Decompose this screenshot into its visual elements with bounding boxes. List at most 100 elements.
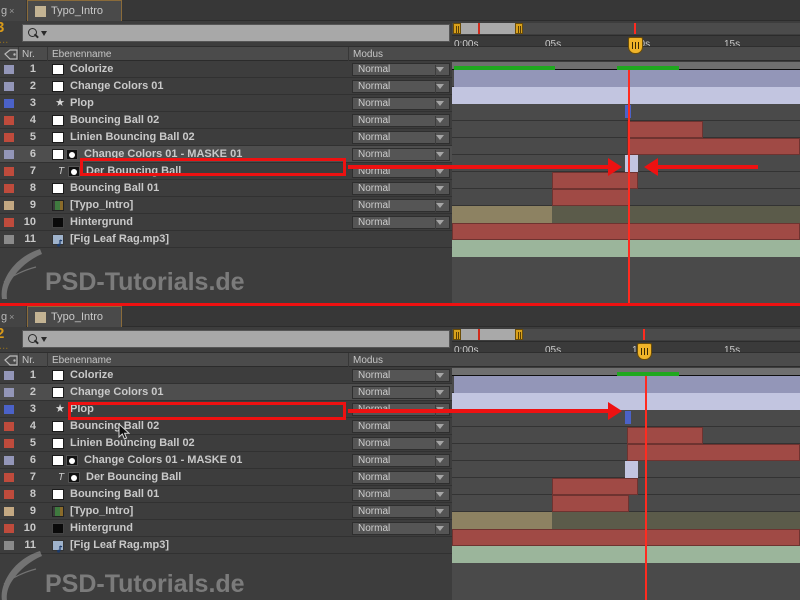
column-header-mode[interactable]: Modus: [353, 49, 383, 60]
track-row-2[interactable]: [452, 393, 800, 410]
chevron-down-icon[interactable]: [436, 424, 444, 429]
layer-name[interactable]: Der Bouncing Ball: [86, 471, 181, 483]
layer-color-swatch[interactable]: [4, 99, 14, 108]
blend-mode-select[interactable]: Normal: [352, 199, 450, 212]
layer-color-swatch[interactable]: [4, 116, 14, 125]
layer-name[interactable]: Plop: [70, 403, 94, 415]
zoom-slider-zone-top[interactable]: [456, 23, 522, 34]
column-header-nr[interactable]: Nr.: [22, 49, 35, 60]
layer-bar[interactable]: [452, 393, 800, 410]
search-input-bottom[interactable]: [22, 330, 450, 348]
playhead-handle-bottom[interactable]: [637, 343, 652, 360]
layer-name[interactable]: [Typo_Intro]: [70, 199, 133, 211]
track-row-4[interactable]: [452, 427, 800, 444]
column-header-name[interactable]: Ebenenname: [52, 355, 112, 366]
layer-bar[interactable]: [452, 546, 800, 563]
layer-bar[interactable]: [452, 87, 800, 104]
layer-name[interactable]: Bouncing Ball 02: [70, 114, 159, 126]
layer-bar-trimmed[interactable]: [552, 206, 800, 223]
zoom-handle-right-bottom[interactable]: [515, 329, 523, 340]
blend-mode-select[interactable]: Normal: [352, 369, 450, 382]
blend-mode-select[interactable]: Normal: [352, 182, 450, 195]
track-row-4[interactable]: [452, 121, 800, 138]
layer-bar-trimmed[interactable]: [552, 512, 800, 529]
layer-color-swatch[interactable]: [4, 456, 14, 465]
track-row-9[interactable]: [452, 206, 800, 223]
chevron-down-icon[interactable]: [436, 458, 444, 463]
layer-name[interactable]: Change Colors 01: [70, 386, 164, 398]
layer-bar[interactable]: [625, 411, 631, 424]
layer-color-swatch[interactable]: [4, 65, 14, 74]
layer-name[interactable]: Linien Bouncing Ball 02: [70, 437, 195, 449]
column-header-name[interactable]: Ebenenname: [52, 49, 112, 60]
layer-color-swatch[interactable]: [4, 218, 14, 227]
layer-bar[interactable]: [627, 444, 800, 461]
blend-mode-select[interactable]: Normal: [352, 505, 450, 518]
layer-bar[interactable]: [452, 223, 800, 240]
blend-mode-select[interactable]: Normal: [352, 437, 450, 450]
layer-color-swatch[interactable]: [4, 133, 14, 142]
layer-bar[interactable]: [552, 478, 638, 495]
column-header-nr[interactable]: Nr.: [22, 355, 35, 366]
layer-bar[interactable]: [625, 155, 638, 172]
tab-typo-intro-top[interactable]: Typo_Intro: [27, 0, 122, 21]
layer-color-swatch[interactable]: [4, 473, 14, 482]
layer-name[interactable]: Bouncing Ball 01: [70, 182, 159, 194]
layer-color-swatch[interactable]: [4, 150, 14, 159]
track-row-9[interactable]: [452, 512, 800, 529]
playhead-handle-top[interactable]: [628, 37, 643, 54]
layer-color-swatch[interactable]: [4, 439, 14, 448]
layer-color-swatch[interactable]: [4, 371, 14, 380]
layer-name[interactable]: [Fig Leaf Rag.mp3]: [70, 539, 169, 551]
chevron-down-icon[interactable]: [436, 373, 444, 378]
track-row-2[interactable]: [452, 87, 800, 104]
chevron-down-icon[interactable]: [436, 509, 444, 514]
blend-mode-select[interactable]: Normal: [352, 522, 450, 535]
track-row-7[interactable]: [452, 172, 800, 189]
layer-bar[interactable]: [625, 461, 638, 478]
track-row-11[interactable]: [452, 240, 800, 257]
track-row-5[interactable]: [452, 138, 800, 155]
chevron-down-icon[interactable]: [436, 203, 444, 208]
layer-color-swatch[interactable]: [4, 507, 14, 516]
tab-typo-intro-bottom[interactable]: Typo_Intro: [27, 306, 122, 327]
blend-mode-select[interactable]: Normal: [352, 97, 450, 110]
track-row-10[interactable]: [452, 223, 800, 240]
chevron-down-icon[interactable]: [436, 526, 444, 531]
layer-name[interactable]: Change Colors 01 - MASKE 01: [84, 454, 242, 466]
chevron-down-icon[interactable]: [41, 336, 47, 342]
layer-bar[interactable]: [552, 495, 629, 512]
zoom-handle-left-bottom[interactable]: [453, 329, 461, 340]
chevron-down-icon[interactable]: [436, 390, 444, 395]
time-zoom-slider-top[interactable]: [452, 23, 800, 34]
zoom-handle-right-top[interactable]: [515, 23, 523, 34]
track-row-6[interactable]: [452, 461, 800, 478]
layer-name[interactable]: Colorize: [70, 63, 113, 75]
zoom-slider-zone-bottom[interactable]: [456, 329, 522, 340]
chevron-down-icon[interactable]: [436, 152, 444, 157]
chevron-down-icon[interactable]: [436, 441, 444, 446]
blend-mode-select[interactable]: Normal: [352, 148, 450, 161]
blend-mode-select[interactable]: Normal: [352, 114, 450, 127]
blend-mode-select[interactable]: Normal: [352, 420, 450, 433]
layer-bar[interactable]: [452, 529, 800, 546]
track-row-8[interactable]: [452, 495, 800, 512]
track-row-1[interactable]: [452, 70, 800, 87]
blend-mode-select[interactable]: Normal: [352, 488, 450, 501]
layer-color-swatch[interactable]: [4, 541, 14, 550]
blend-mode-select[interactable]: Normal: [352, 80, 450, 93]
layer-bar[interactable]: [552, 172, 638, 189]
layer-color-swatch[interactable]: [4, 422, 14, 431]
layer-name[interactable]: Colorize: [70, 369, 113, 381]
tab-partial-left-bottom[interactable]: g ×: [0, 306, 26, 327]
close-icon[interactable]: ×: [9, 312, 14, 322]
chevron-down-icon[interactable]: [436, 101, 444, 106]
layer-bar[interactable]: [627, 138, 800, 155]
layer-name[interactable]: Plop: [70, 97, 94, 109]
layer-bar[interactable]: [452, 240, 800, 257]
blend-mode-select[interactable]: Normal: [352, 386, 450, 399]
layer-color-swatch[interactable]: [4, 184, 14, 193]
layer-color-swatch[interactable]: [4, 388, 14, 397]
chevron-down-icon[interactable]: [436, 84, 444, 89]
layer-name[interactable]: Change Colors 01: [70, 80, 164, 92]
